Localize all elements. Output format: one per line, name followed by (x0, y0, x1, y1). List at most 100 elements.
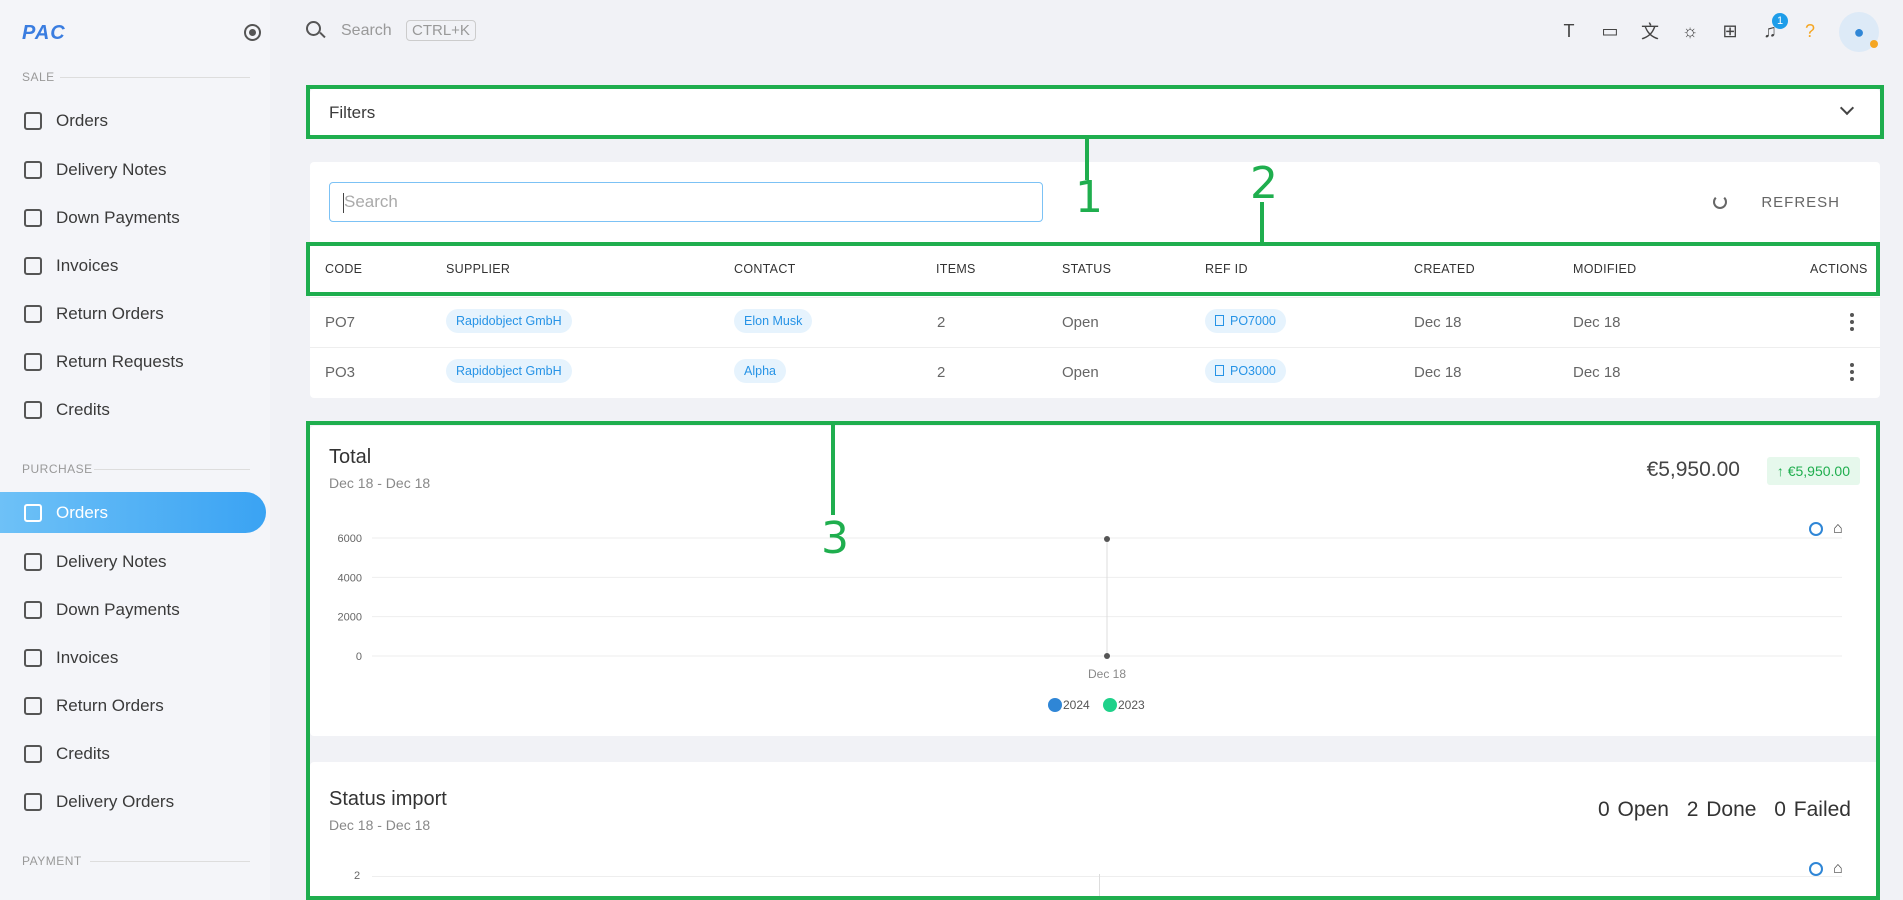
sidebar-item-label: Return Orders (56, 695, 164, 715)
sidebar-item-sale-return-requests[interactable]: Return Requests (0, 341, 266, 382)
list-search-input[interactable]: Search (329, 182, 1043, 222)
sidebar-item-sale-down-payments[interactable]: Down Payments (0, 197, 266, 238)
done-count: 2 Done (1686, 798, 1757, 821)
cell-code: PO3 (325, 364, 356, 381)
supplier-chip[interactable]: Rapidobject GmbH (446, 359, 572, 383)
filters-label: Filters (329, 102, 376, 122)
refresh-button[interactable]: REFRESH (1761, 194, 1840, 211)
credit-icon (24, 744, 42, 763)
failed-count: 0 Failed (1774, 798, 1851, 821)
open-count: 0 Open (1597, 798, 1669, 821)
section-sale: SALE (22, 70, 55, 84)
cell-status: Open (1062, 364, 1099, 381)
column-header-status[interactable]: STATUS (1062, 262, 1111, 276)
euro-icon (24, 208, 42, 227)
supplier-chip[interactable]: Rapidobject GmbH (446, 309, 572, 333)
column-header-items[interactable]: ITEMS (936, 262, 976, 276)
sidebar-item-label: Down Payments (56, 599, 180, 619)
sidebar-item-sale-return-orders[interactable]: Return Orders (0, 293, 266, 334)
table-row[interactable]: PO7 Rapidobject GmbH Elon Musk 2 Open PO… (310, 297, 1880, 347)
brightness-icon[interactable]: ☼ (1679, 20, 1701, 42)
divider (90, 861, 250, 862)
sidebar-item-purchase-invoices[interactable]: Invoices (0, 637, 266, 678)
column-header-created[interactable]: CREATED (1414, 262, 1475, 276)
status-dot (1870, 40, 1878, 48)
sidebar-item-sale-delivery-notes[interactable]: Delivery Notes (0, 149, 266, 190)
sidebar-item-purchase-delivery-notes[interactable]: Delivery Notes (0, 541, 266, 582)
column-header-modified[interactable]: MODIFIED (1573, 262, 1637, 276)
sidebar-item-purchase-return-orders[interactable]: Return Orders (0, 685, 266, 726)
contact-chip[interactable]: Elon Musk (734, 309, 813, 333)
sidebar-item-purchase-orders[interactable]: Orders (0, 492, 266, 533)
status-title: Status import (329, 788, 447, 810)
y-tick-label: 0 (356, 651, 362, 663)
y-tick-label: 6000 (338, 533, 362, 545)
sidebar-item-label: Orders (56, 502, 108, 522)
sidebar-item-purchase-credits[interactable]: Credits (0, 733, 266, 774)
translate-icon[interactable]: 文 (1639, 20, 1661, 42)
refresh-icon (1713, 195, 1727, 209)
sidebar-item-purchase-down-payments[interactable]: Down Payments (0, 589, 266, 630)
pin-sidebar-icon[interactable] (244, 24, 261, 41)
ref-id-chip[interactable]: PO7000 (1205, 309, 1286, 333)
invoice-icon (24, 256, 42, 275)
sidebar-item-label: Invoices (56, 255, 119, 275)
sidebar-item-purchase-delivery-orders[interactable]: Delivery Orders (0, 781, 266, 822)
column-header-code[interactable]: CODE (325, 262, 362, 276)
home-icon[interactable]: ⌂ (1833, 861, 1849, 877)
zoom-icon[interactable] (1809, 862, 1823, 876)
fullscreen-icon[interactable]: ▭ (1599, 20, 1621, 42)
cell-items: 2 (937, 364, 946, 381)
shortcut-hint: CTRL+K (406, 20, 476, 41)
search-icon[interactable] (306, 21, 321, 36)
legend-label-2023: 2023 (1118, 698, 1145, 712)
data-point-2024 (1104, 535, 1110, 542)
sidebar-item-label: Down Payments (56, 207, 180, 227)
sidebar-item-label: Orders (56, 110, 108, 130)
document-icon (1215, 365, 1224, 376)
x-tick-label: Dec 18 (1088, 667, 1126, 681)
invoice-icon (24, 648, 42, 667)
column-header-contact[interactable]: CONTACT (734, 262, 796, 276)
logo: PAC (22, 22, 66, 44)
ref-id-chip[interactable]: PO3000 (1205, 359, 1286, 383)
y-tick-label: 2 (354, 870, 361, 882)
sidebar-item-sale-orders[interactable]: Orders (0, 100, 266, 141)
more-vert-icon[interactable] (1850, 363, 1854, 381)
ref-id-label: PO7000 (1230, 314, 1276, 328)
note-icon (24, 552, 42, 571)
column-header-supplier[interactable]: SUPPLIER (446, 262, 510, 276)
ref-id-label: PO3000 (1230, 364, 1276, 378)
status-import-panel: Status import Dec 18 - Dec 18 0 Open 2 D… (310, 762, 1880, 900)
text-height-icon[interactable]: T (1558, 20, 1580, 42)
help-icon[interactable]: ? (1799, 20, 1821, 42)
cell-status: Open (1062, 314, 1099, 331)
total-chart: 6000 4000 2000 0 Dec 18 2024 2023 (338, 533, 1842, 712)
return-order-icon (24, 696, 42, 715)
annotation-label-3: 3 (821, 513, 849, 564)
sidebar-item-label: Delivery Notes (56, 551, 167, 571)
sidebar-item-label: Invoices (56, 647, 119, 667)
shopping-bag-icon (24, 111, 42, 130)
return-order-icon (24, 304, 42, 323)
euro-icon (24, 600, 42, 619)
cell-created: Dec 18 (1414, 364, 1462, 381)
sidebar-item-sale-credits[interactable]: Credits (0, 389, 266, 430)
column-header-actions: ACTIONS (1810, 262, 1868, 276)
crosshair-line (1099, 874, 1100, 900)
sitemap-icon[interactable]: ⊞ (1719, 20, 1741, 42)
filters-panel[interactable]: Filters (310, 89, 1880, 136)
status-range: Dec 18 - Dec 18 (329, 817, 431, 833)
column-header-ref-id[interactable]: REF ID (1205, 262, 1248, 276)
sidebar-item-label: Delivery Notes (56, 159, 167, 179)
sidebar-item-label: Return Orders (56, 303, 164, 323)
table-row[interactable]: PO3 Rapidobject GmbH Alpha 2 Open PO3000… (310, 347, 1880, 397)
sidebar-item-sale-invoices[interactable]: Invoices (0, 245, 266, 286)
sidebar-item-label: Credits (56, 399, 110, 419)
global-search-input[interactable]: Search (341, 22, 392, 40)
more-vert-icon[interactable] (1850, 313, 1854, 331)
chevron-down-icon[interactable] (1839, 100, 1855, 116)
credit-icon (24, 400, 42, 419)
contact-chip[interactable]: Alpha (734, 359, 786, 383)
notification-badge: 1 (1772, 13, 1788, 29)
